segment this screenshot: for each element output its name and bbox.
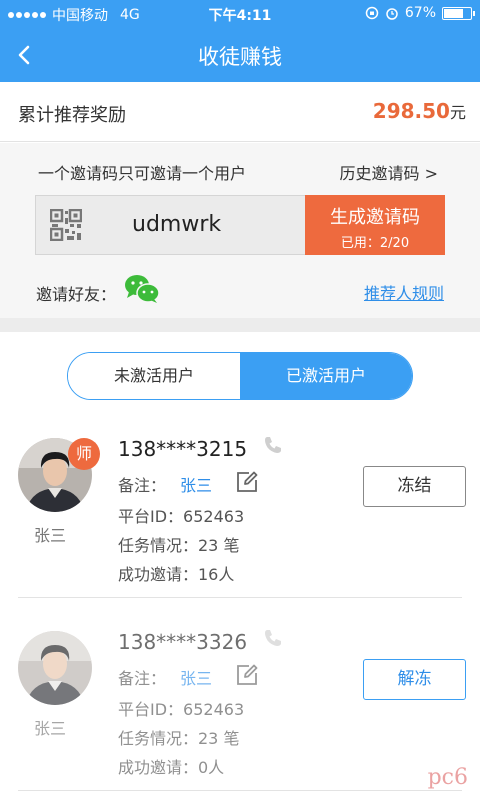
phone-icon[interactable] — [262, 627, 284, 653]
generate-code-button[interactable]: 生成邀请码 已用：2/20 — [305, 195, 445, 255]
reward-row: 累计推荐奖励 298.50元 — [0, 82, 480, 142]
user-name: 张三 — [34, 719, 67, 738]
task-status: 任务情况：23 笔 — [118, 729, 240, 748]
user-phone: 138****3326 — [118, 630, 248, 654]
task-status: 任务情况：23 笔 — [118, 536, 240, 555]
referrer-rules-link[interactable]: 推荐人规则 — [364, 280, 444, 304]
alarm-icon — [386, 8, 398, 20]
qr-code-icon[interactable] — [49, 208, 83, 245]
card-divider — [18, 790, 462, 791]
battery-icon — [442, 6, 475, 20]
generate-code-label: 生成邀请码 — [330, 207, 420, 228]
invite-friends-label: 邀请好友： — [36, 285, 117, 304]
avatar — [18, 631, 92, 705]
user-name: 张三 — [34, 526, 67, 545]
status-bar: 中国移动 4G 下午4:11 67% — [0, 0, 480, 28]
invite-code-box: udmwrk 生成邀请码 已用：2/20 — [35, 195, 445, 255]
history-codes-link[interactable]: 历史邀请码 > — [340, 160, 439, 184]
reward-label: 累计推荐奖励 — [18, 105, 126, 126]
platform-id: 平台ID：652463 — [118, 700, 245, 719]
edit-icon[interactable] — [235, 663, 259, 691]
nav-bar: 收徒赚钱 — [0, 28, 480, 82]
user-phone: 138****3215 — [118, 437, 248, 461]
mentor-badge: 师 — [68, 438, 100, 470]
successful-invites: 成功邀请：16人 — [118, 565, 235, 584]
reward-amount: 298.50元 — [373, 99, 466, 123]
reward-amount-value: 298.50 — [372, 99, 450, 123]
reward-unit: 元 — [449, 103, 466, 122]
battery-percent: 67% — [404, 5, 436, 21]
wechat-icon[interactable] — [124, 274, 160, 308]
status-right: 67% — [365, 5, 475, 21]
unfreeze-button[interactable]: 解冻 — [363, 659, 466, 700]
edit-icon[interactable] — [235, 470, 259, 498]
remark-value: 张三 — [180, 476, 213, 495]
rotation-lock-icon — [365, 6, 379, 20]
codes-used-count: 已用：2/20 — [340, 236, 410, 251]
platform-id: 平台ID：652463 — [118, 507, 245, 526]
remark-row: 备注： 张三 — [118, 472, 212, 496]
invite-note: 一个邀请码只可邀请一个用户 — [38, 164, 247, 183]
user-card: 张三 138****3326 备注： 张三 平台ID：652463 任务情况：23… — [0, 597, 480, 791]
watermark: pc6 — [427, 765, 468, 790]
section-divider — [0, 318, 480, 332]
user-status-tabs: 未激活用户 已激活用户 — [67, 352, 413, 400]
tab-active-users[interactable]: 已激活用户 — [240, 353, 412, 399]
user-card: 师 张三 138****3215 备注： 张三 平台ID：652463 任务情况：… — [0, 404, 480, 598]
freeze-button[interactable]: 冻结 — [363, 466, 466, 507]
page-title: 收徒赚钱 — [198, 45, 282, 69]
remark-value: 张三 — [180, 669, 213, 688]
remark-label: 备注： — [118, 669, 167, 688]
invite-code: udmwrk — [132, 212, 222, 237]
successful-invites: 成功邀请：0人 — [118, 758, 225, 777]
tab-inactive-users[interactable]: 未激活用户 — [68, 353, 240, 399]
remark-label: 备注： — [118, 476, 167, 495]
phone-icon[interactable] — [262, 434, 284, 460]
remark-row: 备注： 张三 — [118, 665, 212, 689]
invite-section: 一个邀请码只可邀请一个用户 历史邀请码 > udmwrk 生成邀请码 已用：2/… — [0, 143, 480, 318]
